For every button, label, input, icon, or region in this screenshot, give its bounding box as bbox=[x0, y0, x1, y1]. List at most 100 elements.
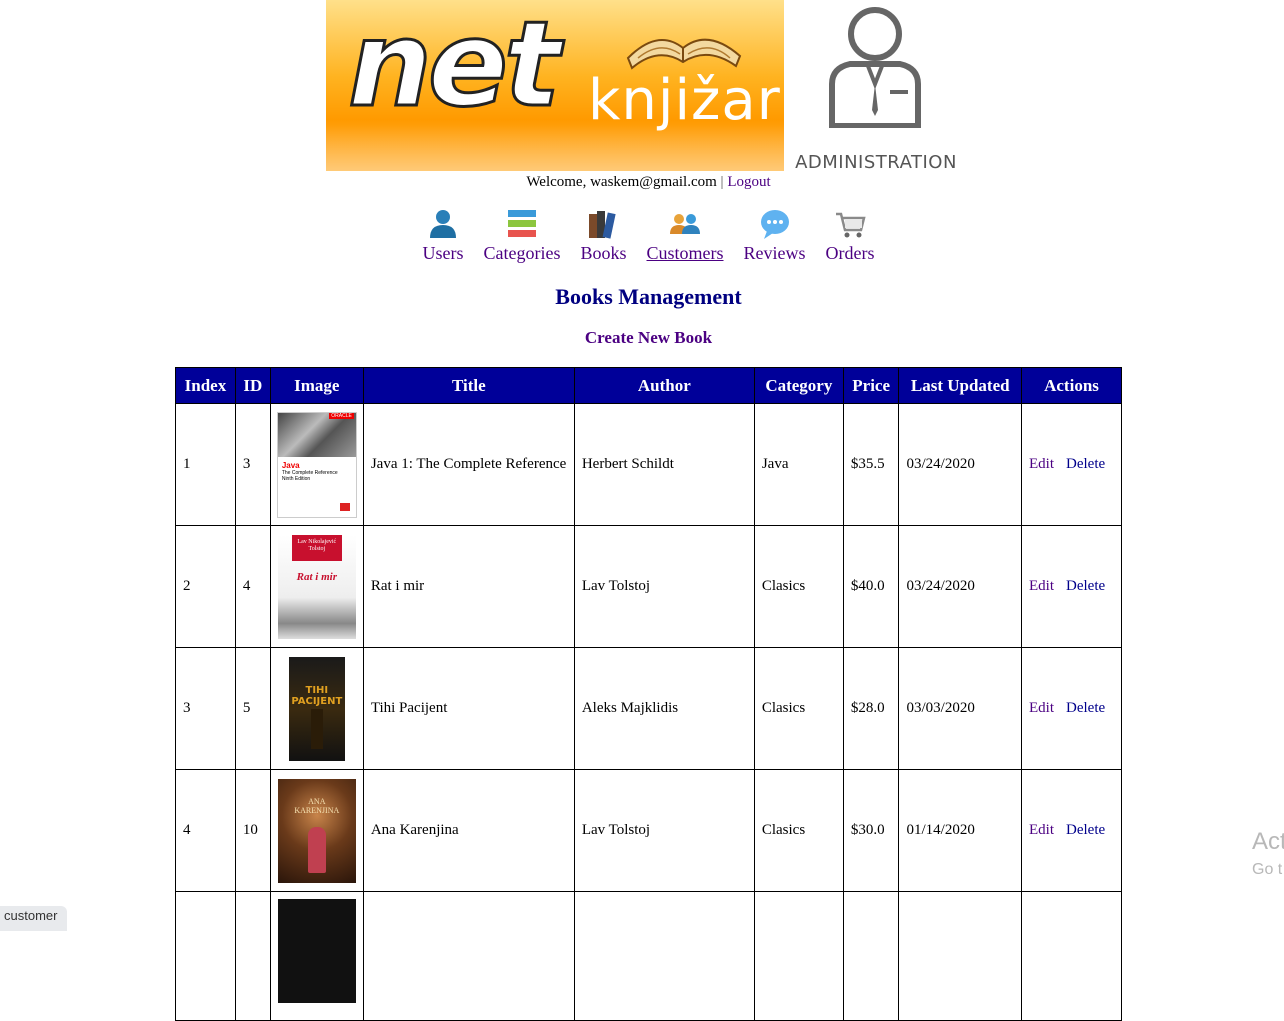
categories-icon bbox=[507, 210, 536, 237]
cell-category: Clasics bbox=[753, 769, 844, 892]
nav-label: Books bbox=[580, 243, 627, 263]
cell-image: TIHI PACIJENT bbox=[269, 647, 364, 770]
nav-label: Reviews bbox=[743, 243, 806, 263]
table-row: 1 3 ORACLE Java The Complete Reference N… bbox=[175, 403, 1122, 526]
cell-price: $40.0 bbox=[842, 525, 900, 648]
watermark-line2: Go t bbox=[1252, 861, 1283, 878]
watermark-line1: Act bbox=[1252, 828, 1284, 855]
table-row: 3 5 TIHI PACIJENT Tihi Pacijent Aleks Ma… bbox=[175, 647, 1122, 770]
cell-index: 3 bbox=[175, 647, 236, 770]
customers-icon bbox=[670, 214, 700, 234]
nav-categories[interactable]: Categories bbox=[483, 206, 561, 264]
cell-author: Lav Tolstoj bbox=[573, 525, 755, 648]
users-icon bbox=[430, 210, 456, 238]
nav-reviews[interactable]: Reviews bbox=[744, 206, 806, 264]
cell-author: Aleks Majklidis bbox=[573, 647, 755, 770]
table-row bbox=[175, 891, 1122, 1021]
col-actions: Actions bbox=[1021, 367, 1122, 404]
nav-books[interactable]: Books bbox=[580, 206, 627, 264]
cell-actions: Edit Delete bbox=[1021, 525, 1122, 648]
cell-price: $28.0 bbox=[842, 647, 900, 770]
delete-link[interactable]: Delete bbox=[1066, 700, 1105, 716]
book-cover-image: ORACLE Java The Complete Reference Ninth… bbox=[276, 411, 357, 518]
edit-link[interactable]: Edit bbox=[1029, 700, 1054, 716]
col-title: Title bbox=[362, 367, 575, 404]
admin-badge: ADMINISTRATION bbox=[784, 0, 968, 176]
cell-index: 2 bbox=[175, 525, 236, 648]
nav-label: Users bbox=[422, 243, 464, 263]
activation-watermark: Act Go t bbox=[1252, 828, 1284, 884]
nav-users[interactable]: Users bbox=[423, 206, 464, 264]
cell-last-updated: 03/24/2020 bbox=[898, 403, 1022, 526]
edit-link[interactable]: Edit bbox=[1029, 578, 1054, 594]
cell-title: Tihi Pacijent bbox=[362, 647, 575, 770]
cover-author: Lav Nikolajević Tolstoj bbox=[291, 534, 342, 561]
col-last-updated: Last Updated bbox=[898, 367, 1022, 404]
nav-orders[interactable]: Orders bbox=[826, 206, 875, 264]
status-tooltip: customer bbox=[0, 906, 68, 931]
col-id: ID bbox=[234, 367, 271, 404]
nav-customers[interactable]: Customers bbox=[647, 206, 724, 264]
cell-id: 4 bbox=[234, 525, 271, 648]
delete-link[interactable]: Delete bbox=[1066, 578, 1105, 594]
cell-title: Java 1: The Complete Reference bbox=[362, 403, 575, 526]
separator: | bbox=[720, 174, 724, 190]
cell-image: ORACLE Java The Complete Reference Ninth… bbox=[269, 403, 364, 526]
create-new-book-link[interactable]: Create New Book bbox=[0, 328, 1284, 348]
col-image: Image bbox=[269, 367, 364, 404]
cell-category: Java bbox=[753, 403, 844, 526]
col-index: Index bbox=[175, 367, 236, 404]
book-cover-image: ANA KARENJINA bbox=[277, 778, 356, 883]
cover-title: ANA KARENJINA bbox=[294, 796, 340, 815]
cell-actions: Edit Delete bbox=[1021, 403, 1122, 526]
cell-category: Clasics bbox=[753, 525, 844, 648]
logout-link[interactable]: Logout bbox=[727, 174, 770, 190]
cell-image: ANA KARENJINA bbox=[269, 769, 364, 892]
edit-link[interactable]: Edit bbox=[1029, 822, 1054, 838]
cell-id: 3 bbox=[234, 403, 271, 526]
reviews-icon bbox=[760, 210, 789, 239]
book-cover-image: Lav Nikolajević Tolstoj Rat i mir bbox=[277, 534, 356, 639]
cell-id: 5 bbox=[234, 647, 271, 770]
col-category: Category bbox=[753, 367, 844, 404]
site-logo-banner: net knjižara bbox=[326, 0, 784, 171]
nav-label: Categories bbox=[483, 243, 561, 263]
cell-last-updated: 01/14/2020 bbox=[898, 769, 1022, 892]
delete-link[interactable]: Delete bbox=[1066, 456, 1105, 472]
admin-label: ADMINISTRATION bbox=[795, 152, 957, 173]
col-author: Author bbox=[573, 367, 755, 404]
welcome-text: Welcome, waskem@gmail.com bbox=[526, 174, 717, 190]
cover-title: Java bbox=[281, 460, 300, 470]
cell-image bbox=[269, 891, 364, 1021]
cover-title: TIHI PACIJENT bbox=[291, 684, 343, 707]
cover-brand: ORACLE bbox=[329, 412, 354, 419]
table-row: 4 10 ANA KARENJINA Ana Karenjina Lav Tol… bbox=[175, 769, 1122, 892]
welcome-bar: Welcome, waskem@gmail.com | Logout bbox=[0, 174, 1284, 191]
admin-person-icon bbox=[829, 7, 921, 128]
col-price: Price bbox=[842, 367, 900, 404]
logo-word: net bbox=[346, 0, 561, 133]
nav-label: Customers bbox=[646, 243, 724, 263]
cell-last-updated: 03/03/2020 bbox=[898, 647, 1022, 770]
books-icon bbox=[589, 211, 617, 239]
cover-title: Rat i mir bbox=[296, 570, 337, 583]
delete-link[interactable]: Delete bbox=[1066, 822, 1105, 838]
nav-label: Orders bbox=[825, 243, 875, 263]
cell-index: 4 bbox=[175, 769, 236, 892]
cell-author: Herbert Schildt bbox=[573, 403, 755, 526]
cell-index: 1 bbox=[175, 403, 236, 526]
table-row: 2 4 Lav Nikolajević Tolstoj Rat i mir Ra… bbox=[175, 525, 1122, 648]
edit-link[interactable]: Edit bbox=[1029, 456, 1054, 472]
page-title: Books Management bbox=[555, 284, 742, 309]
cell-title: Rat i mir bbox=[362, 525, 575, 648]
cell-id: 10 bbox=[234, 769, 271, 892]
cell-image: Lav Nikolajević Tolstoj Rat i mir bbox=[269, 525, 364, 648]
books-table: Index ID Image Title Author Category Pri… bbox=[175, 367, 1122, 1021]
cell-price: $30.0 bbox=[842, 769, 900, 892]
cell-title: Ana Karenjina bbox=[362, 769, 575, 892]
cell-price: $35.5 bbox=[842, 403, 900, 526]
logo-reflection bbox=[326, 125, 784, 171]
cell-author: Lav Tolstoj bbox=[573, 769, 755, 892]
cover-edition: Ninth Edition bbox=[281, 475, 311, 482]
cell-actions: Edit Delete bbox=[1021, 647, 1122, 770]
